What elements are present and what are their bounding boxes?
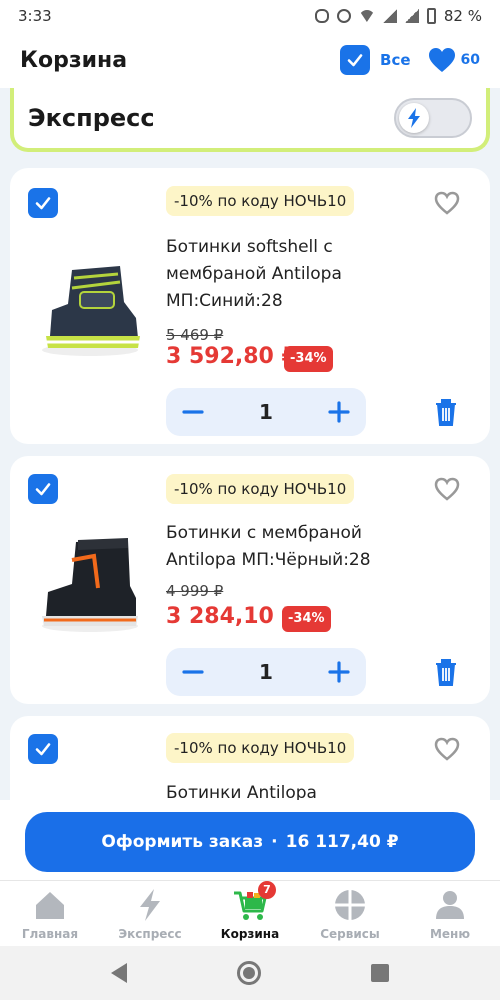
system-nav — [0, 946, 500, 1000]
signal-2-icon — [404, 9, 419, 23]
nav-services[interactable]: Сервисы — [300, 881, 400, 946]
cart-item-1: -10% по коду НОЧЬ10 Ботинки softshell с … — [10, 168, 490, 444]
express-toggle[interactable] — [394, 98, 472, 138]
cart-item-2: -10% по коду НОЧЬ10 Ботинки с мембраной … — [10, 456, 490, 704]
promo-badge: -10% по коду НОЧЬ10 — [166, 733, 355, 763]
checkout-separator: · — [271, 832, 278, 852]
check-icon — [35, 743, 51, 756]
product-image[interactable] — [32, 258, 148, 362]
promo-badge: -10% по коду НОЧЬ10 — [166, 474, 355, 504]
signal-icon — [382, 9, 397, 23]
status-bar: 3:33 82 % — [0, 0, 500, 32]
quantity-stepper: 1 — [166, 648, 366, 696]
nav-home[interactable]: Главная — [0, 881, 100, 946]
cart-badge: 7 — [258, 881, 276, 899]
heart-outline-icon[interactable] — [434, 736, 460, 762]
item-checkbox[interactable] — [28, 734, 58, 764]
page-title: Корзина — [20, 47, 128, 73]
trash-icon[interactable] — [432, 657, 460, 687]
quantity-value[interactable]: 1 — [259, 400, 273, 424]
discount-badge: -34% — [282, 606, 331, 632]
product-image[interactable] — [32, 534, 148, 638]
nav-express-label: Экспресс — [118, 927, 182, 941]
check-icon — [35, 483, 51, 496]
quantity-value[interactable]: 1 — [259, 660, 273, 684]
express-label: Экспресс — [28, 104, 155, 132]
lightning-icon — [140, 889, 160, 921]
wifi-icon — [358, 10, 375, 22]
nav-services-label: Сервисы — [320, 927, 380, 941]
heart-outline-icon[interactable] — [434, 476, 460, 502]
nav-menu[interactable]: Меню — [400, 881, 500, 946]
bluetooth-icon — [314, 9, 329, 23]
plus-icon[interactable] — [328, 661, 350, 683]
nav-express[interactable]: Экспресс — [100, 881, 200, 946]
mute-icon — [336, 9, 351, 23]
bottom-nav: Главная Экспресс 7 Корзина Сервисы Меню — [0, 880, 500, 946]
recents-icon[interactable] — [371, 964, 389, 982]
item-checkbox[interactable] — [28, 188, 58, 218]
nav-cart-label: Корзина — [220, 927, 280, 941]
product-name[interactable]: Ботинки с мембраной Antilopa МП:Чёрный:2… — [166, 520, 396, 574]
product-name[interactable]: Ботинки softshell с мембраной Antilopa М… — [166, 234, 396, 315]
nav-menu-label: Меню — [429, 927, 471, 941]
old-price: 5 469 ₽ — [166, 326, 224, 344]
home-icon — [36, 892, 64, 919]
checkout-label: Оформить заказ — [101, 832, 264, 852]
favorites-count[interactable]: 60 — [461, 52, 480, 68]
discount-badge: -34% — [284, 346, 333, 372]
status-icons: 82 % — [314, 7, 482, 25]
lightning-icon — [399, 103, 429, 133]
profile-icon — [436, 891, 464, 919]
promo-badge: -10% по коду НОЧЬ10 — [166, 186, 355, 216]
back-icon[interactable] — [111, 963, 127, 983]
services-icon — [335, 890, 365, 920]
express-section: Экспресс — [10, 88, 490, 152]
select-all-checkbox[interactable] — [340, 45, 371, 75]
quantity-stepper: 1 — [166, 388, 366, 436]
cart-header: Корзина Все 60 — [0, 32, 500, 88]
product-price: 3 284,10 ₽ — [166, 604, 297, 629]
select-all-label[interactable]: Все — [380, 51, 411, 69]
nav-home-label: Главная — [21, 927, 79, 941]
heart-icon[interactable] — [427, 45, 457, 75]
battery-level: 82 % — [443, 7, 482, 25]
home-button-icon[interactable] — [237, 961, 261, 985]
order-bar: Оформить заказ · 16 117,40 ₽ — [0, 800, 500, 880]
minus-icon[interactable] — [182, 661, 204, 683]
plus-icon[interactable] — [328, 401, 350, 423]
check-icon — [347, 54, 363, 67]
trash-icon[interactable] — [432, 397, 460, 427]
status-time: 3:33 — [18, 7, 52, 25]
minus-icon[interactable] — [182, 401, 204, 423]
battery-icon — [426, 8, 436, 24]
item-checkbox[interactable] — [28, 474, 58, 504]
product-price: 3 592,80 ₽ — [166, 344, 297, 369]
cart-icon: 7 — [232, 881, 276, 923]
checkout-button[interactable]: Оформить заказ · 16 117,40 ₽ — [25, 812, 475, 872]
old-price: 4 999 ₽ — [166, 582, 224, 600]
checkout-total: 16 117,40 ₽ — [285, 832, 399, 852]
check-icon — [35, 197, 51, 210]
nav-cart[interactable]: 7 Корзина — [200, 881, 300, 946]
heart-outline-icon[interactable] — [434, 190, 460, 216]
